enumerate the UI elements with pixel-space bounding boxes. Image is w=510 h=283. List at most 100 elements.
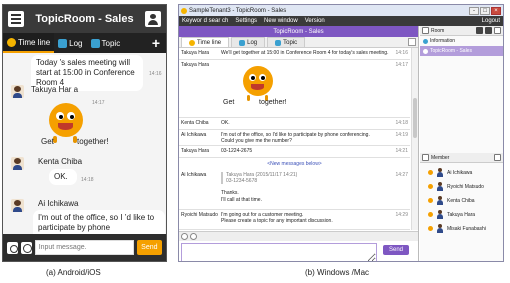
status-dot-icon (428, 170, 433, 175)
tab-log[interactable]: Log (54, 33, 86, 53)
table-row[interactable]: Takuya Hara 03-1224-2675 14:21 (179, 146, 410, 158)
row-name: Takuya Hara (181, 62, 210, 68)
attach-icon[interactable] (181, 233, 188, 240)
message-bubble: OK. (49, 169, 77, 185)
member-item[interactable]: Kenta Chiba (428, 196, 475, 205)
user-icon[interactable] (144, 11, 161, 27)
row-time: 14:17 (395, 62, 408, 68)
message-input[interactable] (34, 240, 134, 255)
avatar (436, 182, 444, 191)
row-text: I'll call at that time. (221, 197, 262, 203)
logout-button[interactable]: Logout (482, 18, 500, 24)
row-time: 14:16 (395, 50, 408, 56)
row-text: Could you give me the number? (221, 138, 292, 144)
message-bubble: I'm out of the office, so I ’d like to p… (33, 210, 165, 234)
sender-name: Kenta Chiba (38, 157, 83, 166)
room-item-information[interactable]: Information (420, 36, 503, 46)
room-item-label: Information (430, 38, 456, 44)
member-panel-label: Member (431, 154, 450, 161)
expand-icon[interactable] (494, 154, 501, 161)
avatar (436, 210, 444, 219)
tab-topic[interactable]: Topic (87, 33, 125, 53)
expand-icon[interactable] (494, 27, 501, 34)
message-time: 14:18 (81, 177, 94, 183)
member-item[interactable]: Misaki Funabashi (428, 224, 486, 233)
row-text: Thanks. (221, 190, 239, 196)
table-row[interactable]: Kenta Chiba OK. 14:18 (179, 118, 410, 130)
sticker-text: together! (77, 137, 109, 146)
window-title: SampleTenant3 - TopicRoom - Sales (189, 7, 287, 14)
scrollbar[interactable] (411, 48, 418, 230)
member-item[interactable]: Takuya Hara (428, 210, 475, 219)
row-name: Takuya Hara (181, 148, 210, 154)
search-room-icon[interactable] (485, 27, 492, 34)
row-time: 14:27 (395, 172, 408, 178)
avatar (436, 224, 444, 233)
tab-log[interactable]: Log (231, 37, 266, 47)
maximize-button[interactable]: □ (480, 6, 490, 15)
member-item[interactable]: Ai Ichikawa (428, 168, 472, 177)
tab-time-line[interactable]: Time line (181, 37, 230, 47)
close-button[interactable]: × (491, 6, 501, 15)
phone-chat-area: Today 's sales meeting will start at 15:… (3, 53, 166, 234)
table-row[interactable]: Takuya Hara We'll get together at 15:00 … (179, 48, 410, 60)
sender-name: Ai Ichikawa (38, 199, 79, 208)
new-messages-divider: <New messages below> (267, 161, 322, 167)
menu-settings[interactable]: Settings (235, 18, 257, 24)
topic-icon (423, 48, 428, 54)
status-dot-icon (428, 226, 433, 231)
expand-icon[interactable] (408, 38, 416, 46)
add-topic-button[interactable]: + (146, 35, 166, 51)
menu-keyword-search[interactable]: Keywor d sear ch (182, 18, 228, 24)
avatar (436, 196, 444, 205)
menu-version[interactable]: Version (305, 18, 325, 24)
status-dot-icon (428, 212, 433, 217)
avatar (11, 157, 24, 170)
room-panel-header: Room (420, 26, 503, 36)
room-item-topicroom-sales[interactable]: TopicRoom - Sales (420, 46, 503, 56)
row-name: Ai Ichikawa (181, 172, 207, 178)
member-name: Ai Ichikawa (447, 169, 473, 176)
room-panel-label: Room (431, 27, 445, 34)
scroll-thumb[interactable] (413, 98, 417, 138)
member-name: Takuya Hara (447, 211, 476, 218)
topic-icon (275, 39, 282, 46)
sticker-icon[interactable] (20, 241, 32, 254)
tab-topic[interactable]: Topic (267, 37, 306, 47)
message-input[interactable] (181, 243, 377, 261)
table-row[interactable]: Ai Ichikawa Takuya Hara (2015/11/17 14:2… (179, 170, 410, 210)
table-row[interactable]: Takuya Hara 14:17 Get together! (179, 60, 410, 118)
row-text: OK. (221, 120, 230, 126)
table-row[interactable]: Ryoichi Matsudo I'm going out for a cust… (179, 210, 410, 230)
quote-bar (221, 172, 223, 184)
app-icon (181, 7, 187, 14)
room-icon (422, 27, 429, 34)
topic-icon (90, 38, 100, 48)
tab-time-line[interactable]: Time line (3, 33, 55, 53)
sticker-icon[interactable] (190, 233, 197, 240)
tab-label: Time line (197, 39, 222, 46)
member-panel-header: Member (420, 153, 503, 163)
row-name: Takuya Hara (181, 50, 210, 56)
send-button[interactable]: Send (383, 245, 409, 255)
quote-body: 03-1234-5678 (226, 178, 258, 184)
menu-new-window[interactable]: New window (264, 18, 298, 24)
caption-android-ios: (a) Android/iOS (46, 268, 101, 277)
clock-icon (189, 39, 195, 46)
menu-icon[interactable] (8, 11, 24, 27)
windows-mac-app: SampleTenant3 - TopicRoom - Sales - □ × … (178, 4, 504, 262)
phone-input-bar: Send (3, 234, 166, 261)
member-item[interactable]: Ryoichi Matsudo (428, 182, 484, 191)
row-name: Ai Ichikawa (181, 132, 207, 138)
row-name: Ryoichi Matsudo (181, 212, 218, 218)
phone-tab-bar: Time line Log Topic + (3, 33, 166, 53)
minimize-button[interactable]: - (469, 6, 479, 15)
window-title-bar: SampleTenant3 - TopicRoom - Sales - □ × (179, 5, 503, 16)
add-room-icon[interactable] (476, 27, 483, 34)
camera-icon[interactable] (7, 241, 18, 254)
side-panel: Room Information TopicRoom - Sales Membe… (420, 26, 503, 261)
tab-label: Topic (283, 39, 298, 46)
table-row[interactable]: Ai Ichikawa I'm out of the office, so I'… (179, 130, 410, 146)
send-button[interactable]: Send (136, 240, 162, 255)
avatar (11, 85, 24, 98)
